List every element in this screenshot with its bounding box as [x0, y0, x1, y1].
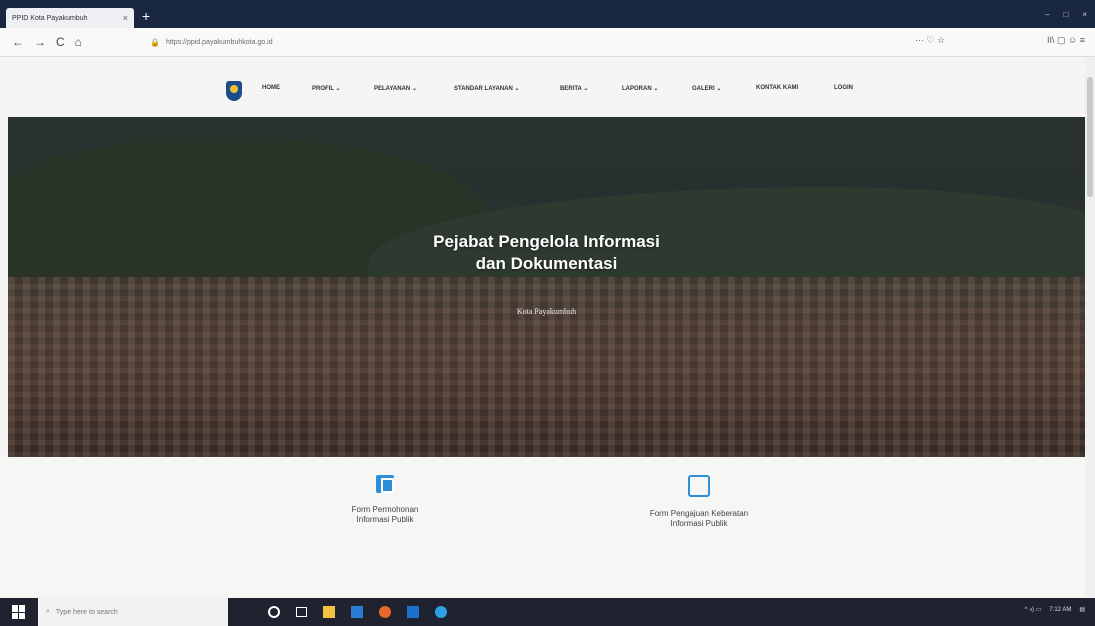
document-filled-icon [376, 475, 394, 493]
back-icon[interactable]: ← [12, 35, 24, 49]
main-nav: HOME PROFIL ⌄ PELAYANAN ⌄ STANDAR LAYANA… [262, 85, 874, 92]
nav-item-berita[interactable]: BERITA ⌄ [560, 85, 622, 92]
page-scrollbar[interactable] [1085, 57, 1095, 597]
taskbar-apps [268, 606, 447, 618]
reload-icon[interactable]: C [56, 35, 65, 49]
search-icon: ⌕ [46, 608, 50, 615]
lock-icon: 🔒 [150, 37, 160, 47]
hero-title: Pejabat Pengelola Informasi dan Dokument… [8, 231, 1085, 275]
nav-item-profil[interactable]: PROFIL ⌄ [312, 85, 374, 92]
system-tray: ^ ◃) ▭ 7:12 AM ▤ [1024, 606, 1085, 614]
tab-close-icon[interactable]: × [123, 13, 128, 23]
form-label: Form Pengajuan Keberatan Informasi Publi… [629, 509, 769, 529]
form-label: Form Permohonan Informasi Publik [315, 505, 455, 525]
address-bar[interactable]: 🔒 https://ppid.payakumbuhkota.go.id [150, 33, 950, 51]
form-keberatan-link[interactable]: Form Pengajuan Keberatan Informasi Publi… [629, 475, 769, 529]
close-window-icon[interactable]: × [1082, 10, 1087, 19]
site-logo[interactable] [226, 81, 242, 101]
browser-tabstrip: PPID Kota Payakumbuh × + – □ × [0, 0, 1095, 28]
nav-item-home[interactable]: HOME [262, 85, 312, 92]
browser-toolbar: ← → C ⌂ 🔒 https://ppid.payakumbuhkota.go… [0, 28, 1095, 57]
nav-item-kontak-kami[interactable]: KONTAK KAMI [756, 85, 834, 92]
form-label-line2: Informasi Publik [356, 515, 414, 524]
hero-title-line1: Pejabat Pengelola Informasi [433, 232, 660, 251]
nav-buttons: ← → C ⌂ [12, 35, 82, 49]
site-header: HOME PROFIL ⌄ PELAYANAN ⌄ STANDAR LAYANA… [0, 57, 1085, 117]
cortana-icon[interactable] [268, 606, 280, 618]
window-controls: – □ × [1045, 10, 1087, 19]
url-text[interactable]: https://ppid.payakumbuhkota.go.id [166, 39, 273, 46]
maximize-icon[interactable]: □ [1063, 10, 1068, 19]
nav-item-galeri[interactable]: GALERI ⌄ [692, 85, 756, 92]
nav-item-pelayanan[interactable]: PELAYANAN ⌄ [374, 85, 454, 92]
hero-banner: Pejabat Pengelola Informasi dan Dokument… [8, 117, 1085, 457]
firefox-icon[interactable] [379, 606, 391, 618]
document-outline-icon [688, 475, 710, 497]
forms-section: Form Permohonan Informasi Publik Form Pe… [0, 457, 1085, 597]
home-icon[interactable]: ⌂ [75, 35, 82, 49]
task-view-icon[interactable] [296, 607, 307, 617]
tray-icons[interactable]: ^ ◃) ▭ [1024, 606, 1041, 613]
page-actions-icon[interactable]: ··· ♡ ☆ [915, 35, 945, 46]
edge-icon[interactable] [435, 606, 447, 618]
search-placeholder: Type here to search [55, 608, 118, 616]
form-label-line2: Informasi Publik [670, 519, 728, 528]
notifications-icon[interactable]: ▤ [1079, 606, 1085, 613]
windows-start-icon[interactable] [12, 605, 26, 619]
new-tab-button[interactable]: + [142, 9, 150, 23]
hero-subtitle: Kota Payakumbuh [516, 307, 577, 316]
tab-title: PPID Kota Payakumbuh [12, 14, 88, 22]
form-label-line1: Form Permohonan [351, 505, 419, 514]
hero-cityscape [8, 277, 1085, 457]
minimize-icon[interactable]: – [1045, 10, 1049, 19]
form-permohonan-link[interactable]: Form Permohonan Informasi Publik [315, 475, 455, 525]
clock[interactable]: 7:12 AM [1049, 607, 1071, 613]
file-explorer-icon[interactable] [323, 606, 335, 618]
form-label-line1: Form Pengajuan Keberatan [649, 509, 749, 518]
toolbar-menu-icons[interactable]: II\ ▢ ☺ ≡ [1047, 35, 1085, 46]
nav-item-standar-layanan[interactable]: STANDAR LAYANAN ⌄ [454, 85, 560, 92]
hero-title-line2: dan Dokumentasi [475, 254, 618, 273]
store-icon[interactable] [351, 606, 363, 618]
nav-item-login[interactable]: LOGIN [834, 85, 874, 92]
taskbar-search-box[interactable]: ⌕ Type here to search [38, 598, 228, 626]
scrollbar-thumb[interactable] [1087, 77, 1093, 197]
forward-icon[interactable]: → [34, 35, 46, 49]
browser-tab[interactable]: PPID Kota Payakumbuh × [6, 8, 134, 28]
nav-item-laporan[interactable]: LAPORAN ⌄ [622, 85, 692, 92]
mail-icon[interactable] [407, 606, 419, 618]
windows-taskbar: ⌕ Type here to search ^ ◃) ▭ 7:12 AM ▤ [0, 598, 1095, 626]
